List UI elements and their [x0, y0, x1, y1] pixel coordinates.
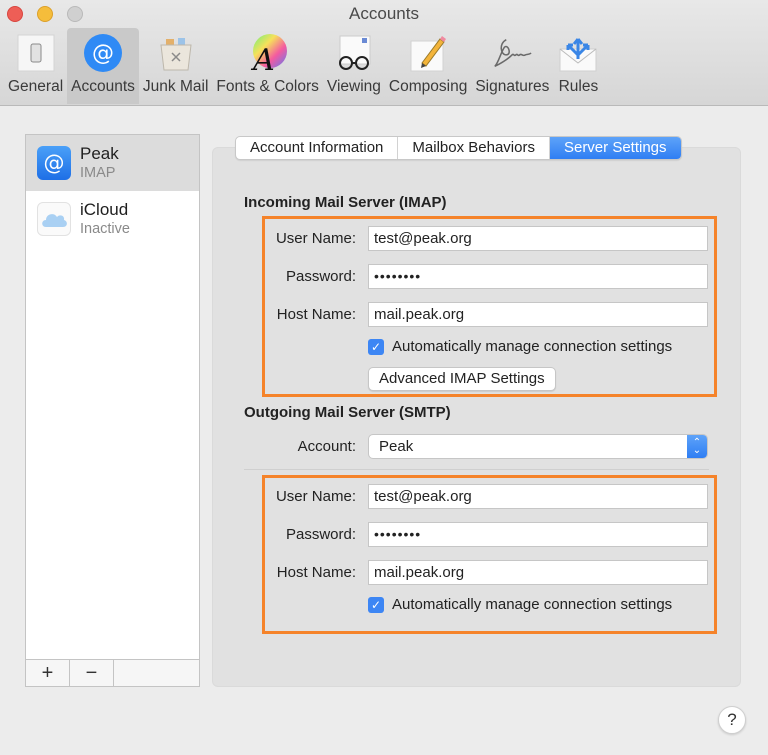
outgoing-account-label: Account:: [297, 438, 356, 455]
toolbar-item-rules[interactable]: Rules: [553, 28, 603, 104]
composing-pencil-icon: [407, 32, 449, 74]
section-divider: [244, 469, 709, 470]
at-sign-icon: @: [37, 146, 71, 180]
add-account-button[interactable]: +: [26, 660, 70, 686]
account-type: Inactive: [80, 221, 130, 237]
general-switch-icon: [15, 32, 57, 74]
toolbar-label: Viewing: [326, 78, 381, 95]
outgoing-user-name-label: User Name:: [275, 488, 356, 505]
outgoing-password-field[interactable]: ••••••••: [368, 522, 708, 547]
rules-envelope-icon: [557, 32, 599, 74]
toolbar-item-fonts-colors[interactable]: A Fonts & Colors: [212, 28, 323, 104]
outgoing-section-title: Outgoing Mail Server (SMTP): [244, 404, 451, 421]
incoming-auto-manage-label: Automatically manage connection settings: [392, 338, 673, 355]
help-button[interactable]: ?: [718, 706, 746, 734]
icloud-icon: [37, 202, 71, 236]
outgoing-password-label: Password:: [285, 526, 356, 543]
toolbar-item-signatures[interactable]: Signatures: [471, 28, 553, 104]
toolbar-label: Composing: [388, 78, 468, 95]
accounts-list: @ Peak IMAP iCloud Inactive: [25, 134, 200, 687]
toolbar-label: Accounts: [71, 78, 135, 95]
account-name: Peak: [80, 144, 119, 163]
toolbar-item-general[interactable]: General: [4, 28, 67, 104]
outgoing-auto-manage-checkbox-row[interactable]: ✓ Automatically manage connection settin…: [368, 596, 672, 613]
accounts-list-footer: + −: [25, 659, 200, 687]
incoming-user-name-label: User Name:: [275, 230, 356, 247]
outgoing-account-value: Peak: [379, 438, 414, 455]
account-item-peak[interactable]: @ Peak IMAP: [26, 135, 199, 191]
svg-text:A: A: [250, 43, 275, 73]
tab-mailbox-behaviors[interactable]: Mailbox Behaviors: [398, 137, 550, 159]
junk-mail-bin-icon: [155, 32, 197, 74]
viewing-glasses-icon: [333, 32, 375, 74]
toolbar-label: Fonts & Colors: [216, 78, 319, 95]
window-title: Accounts: [349, 4, 419, 23]
advanced-imap-settings-button[interactable]: Advanced IMAP Settings: [368, 367, 556, 391]
outgoing-user-name-field[interactable]: test@peak.org: [368, 484, 708, 509]
outgoing-host-name-label: Host Name:: [276, 564, 356, 581]
incoming-password-label: Password:: [285, 268, 356, 285]
incoming-host-name-field[interactable]: mail.peak.org: [368, 302, 708, 327]
account-type: IMAP: [80, 165, 116, 181]
select-stepper-icon: ⌃ ⌄: [687, 435, 707, 458]
toolbar-label: Rules: [558, 78, 599, 95]
settings-tabs: Account Information Mailbox Behaviors Se…: [235, 136, 682, 160]
incoming-user-name-field[interactable]: test@peak.org: [368, 226, 708, 251]
remove-account-button[interactable]: −: [70, 660, 114, 686]
outgoing-auto-manage-label: Automatically manage connection settings: [392, 596, 673, 613]
toolbar-item-accounts[interactable]: @ Accounts: [67, 28, 139, 104]
preferences-toolbar: General @ Accounts Junk Mail A Fonts & C…: [4, 28, 603, 106]
incoming-auto-manage-checkbox-row[interactable]: ✓ Automatically manage connection settin…: [368, 338, 672, 355]
account-name: iCloud: [80, 200, 129, 219]
svg-text:@: @: [92, 41, 114, 66]
tab-server-settings[interactable]: Server Settings: [549, 137, 681, 159]
toolbar-item-composing[interactable]: Composing: [385, 28, 471, 104]
checkmark-icon[interactable]: ✓: [368, 596, 384, 613]
account-item-icloud[interactable]: iCloud Inactive: [26, 191, 199, 247]
incoming-host-name-label: Host Name:: [276, 306, 356, 323]
toolbar-item-junk-mail[interactable]: Junk Mail: [139, 28, 212, 104]
at-sign-icon: @: [82, 32, 124, 74]
toolbar-item-viewing[interactable]: Viewing: [323, 28, 385, 104]
toolbar-label: General: [8, 78, 64, 95]
tab-account-information[interactable]: Account Information: [236, 137, 399, 159]
fonts-colors-icon: A: [247, 32, 289, 74]
outgoing-host-name-field[interactable]: mail.peak.org: [368, 560, 708, 585]
toolbar-label: Signatures: [475, 78, 550, 95]
checkmark-icon[interactable]: ✓: [368, 338, 384, 355]
title-bar: Accounts General @ Accounts Junk Mail A …: [0, 0, 768, 106]
incoming-password-field[interactable]: ••••••••: [368, 264, 708, 289]
outgoing-account-select[interactable]: Peak ⌃ ⌄: [368, 434, 708, 459]
toolbar-label: Junk Mail: [142, 78, 209, 95]
signature-icon: [491, 32, 533, 74]
incoming-section-title: Incoming Mail Server (IMAP): [244, 194, 447, 211]
